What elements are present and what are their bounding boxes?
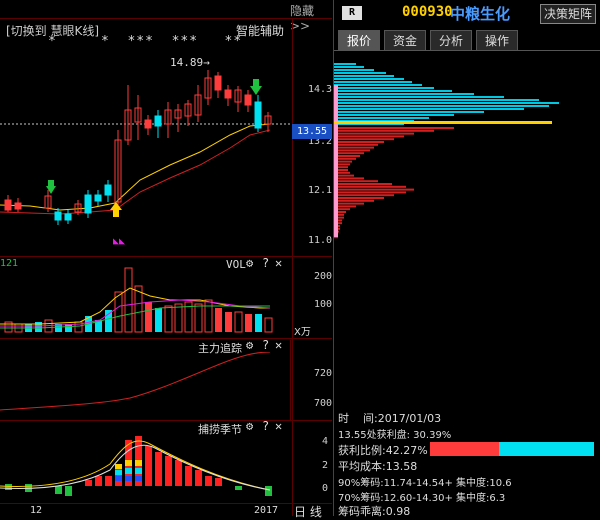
tab-operation[interactable]: 操作: [476, 30, 518, 50]
season-y-label: 2: [322, 460, 329, 471]
volume-chart[interactable]: [0, 262, 292, 338]
ma-line-yellow: [0, 123, 271, 211]
close-icon[interactable]: ✕: [275, 338, 282, 352]
fund-y-label: 720: [314, 368, 333, 379]
profit-ratio: 获利比例:42.27%: [338, 444, 428, 457]
smart-assist-button[interactable]: 智能辅助: [236, 22, 284, 39]
fund-y-label: 700: [314, 398, 333, 409]
x-axis-label: 2017: [254, 505, 279, 516]
time-info: 时 间:2017/01/03: [338, 412, 442, 425]
season-chart[interactable]: [0, 430, 292, 502]
decision-matrix-button[interactable]: 决策矩阵: [540, 4, 596, 24]
profit-line: 13.55处获利盘: 30.39%: [338, 430, 452, 441]
vol-y-label: 100: [314, 299, 333, 310]
sell-arrow-icon: [250, 86, 262, 95]
x-axis-label: 12: [30, 505, 43, 516]
candlestick-chart[interactable]: ◣◣: [0, 40, 292, 255]
chip-range-bar: [334, 85, 338, 237]
kline-y-label: 12.1: [308, 185, 333, 196]
kline-y-label: 11.0: [308, 235, 333, 246]
high-price-marker: 14.89→: [170, 56, 210, 69]
season-y-label: 0: [322, 483, 329, 494]
chip-70: 70%筹码:12.60-14.30+ 集中度:6.3: [338, 493, 506, 504]
tab-funds[interactable]: 资金: [384, 30, 426, 50]
gear-icon[interactable]: ⚙: [246, 338, 253, 352]
tab-analysis[interactable]: 分析: [430, 30, 472, 50]
profit-ratio-bar: [430, 442, 594, 456]
ma-line-red: [0, 129, 271, 215]
period-button[interactable]: 日 线: [294, 503, 322, 520]
tab-quote[interactable]: 报价: [338, 30, 380, 50]
chart-area[interactable]: 隐藏>> [切换到 慧眼K线] 智能辅助 * * *** *** ** ◣◣ 1…: [0, 0, 333, 519]
vol-y-label: 200: [314, 271, 333, 282]
right-panel: R 000930 中粮生化 决策矩阵 报价 资金 分析 操作 时 间:2017/…: [333, 0, 600, 518]
stock-name: 中粮生化: [450, 5, 511, 23]
kline-y-label: 14.3: [308, 84, 333, 95]
vol-unit: X万: [294, 327, 311, 338]
chip-deviation: 筹码乖离:0.98: [338, 505, 411, 518]
season-y-label: 4: [322, 436, 329, 447]
svg-text:◣◣: ◣◣: [113, 236, 125, 247]
help-icon[interactable]: ?: [262, 338, 269, 352]
avg-cost: 平均成本:13.58: [338, 460, 418, 473]
current-price-label: 13.55: [292, 124, 332, 139]
chip-90: 90%筹码:11.74-14.54+ 集中度:10.6: [338, 478, 512, 489]
fund-tracking-chart[interactable]: [0, 352, 292, 418]
chip-distribution-chart[interactable]: [334, 55, 600, 240]
r-badge: R: [342, 6, 362, 20]
stock-code: 000930: [402, 4, 453, 20]
